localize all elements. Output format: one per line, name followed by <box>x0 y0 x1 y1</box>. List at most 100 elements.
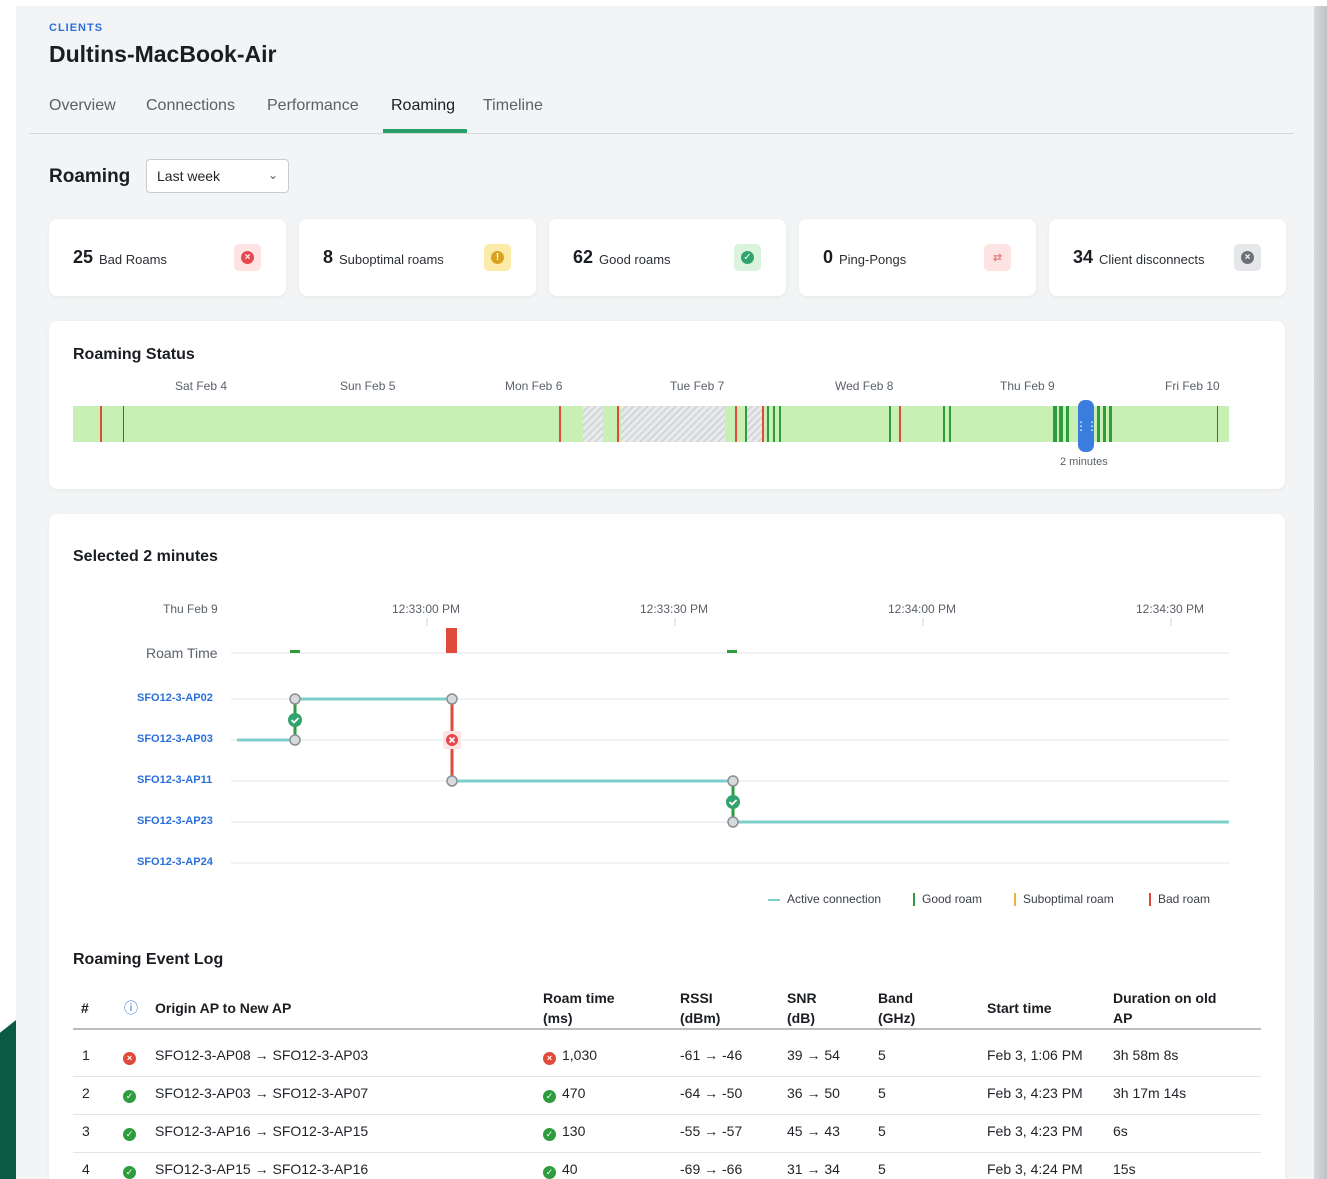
col-header-roam-time[interactable]: Roam time (ms) <box>543 988 615 1028</box>
connection-node[interactable] <box>289 734 301 746</box>
cell-roam-time: ✓ 40 <box>543 1161 578 1179</box>
bad-roam-marker <box>559 406 561 442</box>
cell-text: SFO12-3-AP15 → SFO12-3-AP16 <box>155 1161 369 1177</box>
roaming-path-chart[interactable] <box>49 514 1285 914</box>
cell-text: 31 → 34 <box>787 1161 840 1177</box>
roam-time-bar-good <box>727 650 737 653</box>
col-header-num[interactable]: # <box>81 998 89 1018</box>
cell-start: Feb 3, 1:06 PM <box>987 1047 1083 1063</box>
cell-duration: 3h 17m 14s <box>1113 1085 1186 1101</box>
cell-origin[interactable]: SFO12-3-AP16 → SFO12-3-AP15 <box>155 1123 368 1139</box>
table-row-divider <box>73 1152 1261 1153</box>
header-line: AP <box>1113 1010 1133 1026</box>
no-data-segment <box>621 406 725 442</box>
cell-text: SFO12-3-AP16 → SFO12-3-AP15 <box>155 1123 369 1139</box>
no-data-segment <box>583 406 603 442</box>
cell-snr: 39 → 54 <box>787 1047 840 1063</box>
event-log-title: Roaming Event Log <box>73 951 224 968</box>
legend-label: Active connection <box>787 892 882 906</box>
kpi-suboptimal-roams[interactable]: 8 Suboptimal roams ! <box>299 219 536 296</box>
header-line: SNR <box>787 990 817 1006</box>
cell-text: 3h 58m 8s <box>1113 1047 1179 1063</box>
connection-node[interactable] <box>289 693 301 705</box>
cell-text: 2 <box>82 1085 90 1101</box>
cell-text: Feb 3, 4:23 PM <box>987 1085 1083 1101</box>
check-circle-icon[interactable] <box>726 795 740 809</box>
col-header-rssi[interactable]: RSSI (dBm) <box>680 988 720 1028</box>
cell-num: 2 <box>82 1085 90 1101</box>
header-line: Band <box>878 990 913 1006</box>
x-circle-icon: × <box>543 1052 556 1065</box>
drag-handle-icon[interactable]: ⋮⋮ <box>1075 400 1098 452</box>
check-circle-icon: ✓ <box>123 1123 136 1141</box>
connection-node[interactable] <box>446 775 458 787</box>
kpi-client-disconnects[interactable]: 34 Client disconnects × <box>1049 219 1286 296</box>
col-header-band[interactable]: Band (GHz) <box>878 988 915 1028</box>
cell-origin[interactable]: SFO12-3-AP15 → SFO12-3-AP16 <box>155 1161 368 1177</box>
col-header-origin[interactable]: Origin AP to New AP <box>155 998 291 1018</box>
check-circle-icon: ✓ <box>543 1090 556 1103</box>
cell-text: 36 → 50 <box>787 1085 840 1101</box>
cell-text: 470 <box>562 1085 586 1101</box>
legend-label: Suboptimal roam <box>1023 892 1114 906</box>
day-label: Fri Feb 10 <box>1165 379 1220 393</box>
good-roam-marker <box>1066 406 1069 442</box>
kpi-bad-roams[interactable]: 25 Bad Roams × <box>49 219 286 296</box>
cell-num: 1 <box>82 1047 90 1063</box>
connection-node[interactable] <box>727 816 739 828</box>
legend-swatch <box>913 893 915 907</box>
roaming-status-bar[interactable] <box>73 406 1229 442</box>
header-line: (GHz) <box>878 1010 916 1026</box>
table-header-divider <box>73 1028 1261 1030</box>
legend-swatch <box>1149 893 1151 907</box>
cell-origin[interactable]: SFO12-3-AP08 → SFO12-3-AP03 <box>155 1047 368 1063</box>
cell-rssi: -55 → -57 <box>680 1123 742 1139</box>
cell-text: 4 <box>82 1161 90 1177</box>
cell-duration: 15s <box>1113 1161 1136 1177</box>
header-line: Duration on old <box>1113 990 1217 1006</box>
col-header-duration[interactable]: Duration on old AP <box>1113 988 1216 1028</box>
col-header-start-time[interactable]: Start time <box>987 998 1052 1018</box>
x-circle-icon[interactable] <box>443 731 461 749</box>
active-tab-indicator <box>383 129 467 133</box>
good-roam-marker <box>779 406 781 442</box>
kpi-good-roams[interactable]: 62 Good roams ✓ <box>549 219 786 296</box>
time-range-value: Last week <box>157 168 221 184</box>
kpi-value: 25 <box>73 247 94 267</box>
kpi-ping-pongs[interactable]: 0 Ping-Pongs ⇄ <box>799 219 1036 296</box>
check-circle-icon[interactable] <box>288 713 302 727</box>
tab-roaming[interactable]: Roaming <box>391 97 455 115</box>
good-roam-marker <box>949 406 951 442</box>
tab-overview[interactable]: Overview <box>49 97 116 115</box>
connection-node[interactable] <box>727 775 739 787</box>
cell-text: 1 <box>82 1047 90 1063</box>
kpi-value: 8 <box>323 247 334 267</box>
cell-snr: 36 → 50 <box>787 1085 840 1101</box>
cell-text: -61 → -46 <box>680 1047 743 1063</box>
header-line: RSSI <box>680 990 713 1006</box>
breadcrumb[interactable]: CLIENTS <box>49 22 103 34</box>
cell-origin[interactable]: SFO12-3-AP03 → SFO12-3-AP07 <box>155 1085 368 1101</box>
time-range-select[interactable]: Last week ⌄ <box>146 159 289 193</box>
tab-connections[interactable]: Connections <box>146 97 235 115</box>
legend-bad-roam: Bad roam <box>1149 892 1210 907</box>
connection-node[interactable] <box>446 693 458 705</box>
cell-text: -55 → -57 <box>680 1123 743 1139</box>
legend-label: Good roam <box>922 892 983 906</box>
bad-roam-marker <box>100 406 102 442</box>
chevron-down-icon: ⌄ <box>267 168 278 182</box>
good-roam-marker <box>123 406 124 442</box>
cell-text: 6s <box>1113 1123 1128 1139</box>
kpi-label: Suboptimal roams <box>339 252 444 267</box>
col-header-snr[interactable]: SNR (dB) <box>787 988 817 1028</box>
page-title: Dultins-MacBook-Air <box>49 41 277 67</box>
cell-duration: 3h 58m 8s <box>1113 1047 1178 1063</box>
bad-roam-marker <box>899 406 901 442</box>
card-title: Roaming Status <box>73 346 195 363</box>
tab-performance[interactable]: Performance <box>267 97 359 115</box>
tab-timeline[interactable]: Timeline <box>483 97 543 115</box>
x-circle-icon: × <box>123 1047 136 1065</box>
info-icon[interactable]: ⓘ <box>124 998 138 1018</box>
cell-text: 39 → 54 <box>787 1047 840 1063</box>
day-label: Sun Feb 5 <box>340 379 396 393</box>
